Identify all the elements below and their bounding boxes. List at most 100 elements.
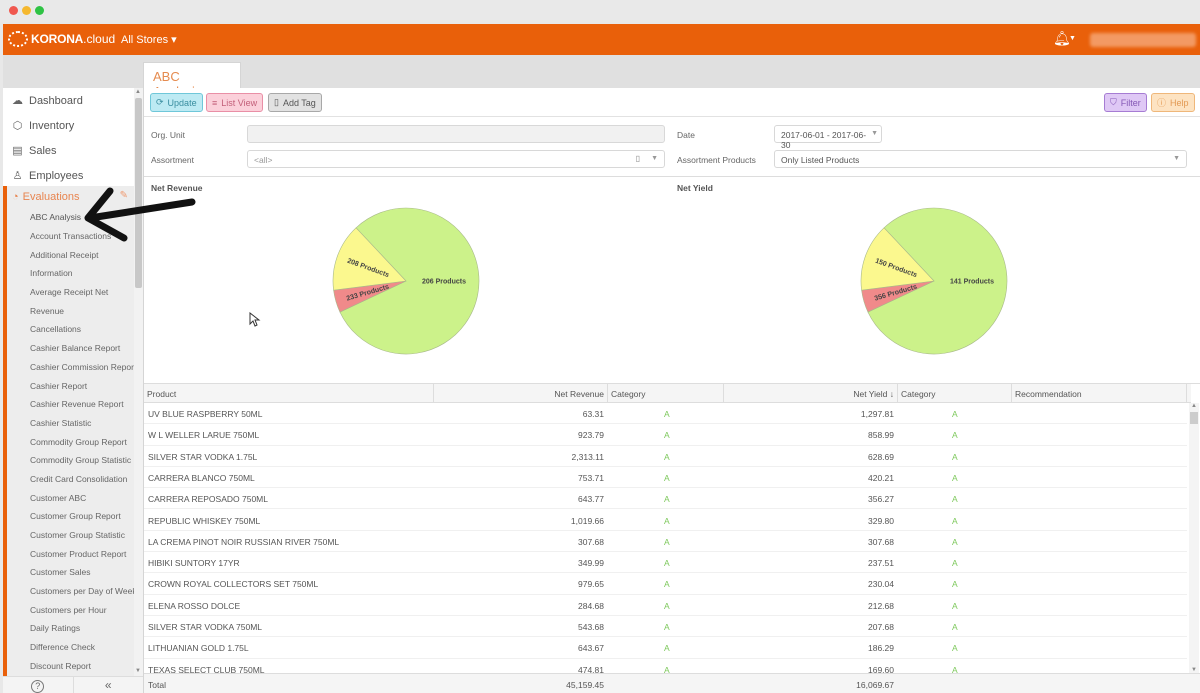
sidebar-subitem-revenue[interactable]: Revenue [7,301,134,320]
grid-scrollbar[interactable]: ▲ ▼ [1189,403,1199,673]
sidebar-subitem-customer-sales[interactable]: Customer Sales [7,563,134,582]
chevron-down-icon[interactable]: ▼ [871,130,878,137]
help-circle-button[interactable]: ? [3,677,74,693]
table-row[interactable]: HIBIKI SUNTORY 17YR 349.99 A 237.51 A [144,552,1187,574]
chevron-down-icon[interactable]: ▼ [651,155,658,162]
scroll-up-icon[interactable]: ▲ [1191,403,1197,409]
sidebar-item-inventory[interactable]: ⬡ Inventory [3,113,134,138]
product-name: HIBIKI SUNTORY 17YR [148,558,240,569]
sidebar-subitem-discount-report[interactable]: Discount Report [7,657,134,676]
column-header[interactable]: Net Revenue [434,384,608,403]
column-header[interactable]: Net Yield ↓ [724,384,898,403]
sidebar-subitem-cashier-balance-report[interactable]: Cashier Balance Report [7,339,134,358]
scroll-up-icon[interactable]: ▲ [135,89,141,95]
korona-logo-icon [8,31,28,47]
date-range-field[interactable]: 2017-06-01 - 2017-06-30 ▼ [774,125,882,150]
window-minimize-button[interactable] [22,6,31,15]
table-row[interactable]: SILVER STAR VODKA 1.75L 2,313.11 A 628.69 A [144,446,1187,467]
help-button[interactable]: ⓘ Help [1151,93,1195,112]
product-name: LITHUANIAN GOLD 1.75L [148,643,249,654]
column-header[interactable]: Category [898,384,1012,403]
table-row[interactable]: CARRERA REPOSADO 750ML 643.77 A 356.27 A [144,488,1187,510]
assortment-products-value: Only Listed Products [781,155,860,165]
sidebar-subitem-commodity-group-statistic[interactable]: Commodity Group Statistic [7,451,134,470]
sidebar-subitem-cashier-report[interactable]: Cashier Report [7,376,134,395]
grid-scroll-thumb[interactable] [1190,412,1198,424]
sidebar-subitem-commodity-group-report[interactable]: Commodity Group Report [7,432,134,451]
net-revenue: 923.79 [578,430,604,441]
sidebar-subitem-cancellations[interactable]: Cancellations [7,320,134,339]
list-picker-icon[interactable]: ▯ [636,154,640,163]
column-header[interactable]: Recommendation [1012,384,1187,403]
sidebar-item-label: Inventory [29,119,75,132]
sidebar-subitem-information[interactable]: Information [7,264,134,283]
net-revenue: 753.71 [578,472,604,483]
scroll-down-icon[interactable]: ▼ [135,668,141,674]
assortment-products-label: Assortment Products [677,155,756,165]
user-menu[interactable] [1090,33,1196,47]
sidebar-subitem-cashier-commission-report[interactable]: Cashier Commission Report [7,358,136,377]
sidebar-subitem-customer-abc[interactable]: Customer ABC [7,488,134,507]
assortment-select[interactable]: <all> ▯ ▼ [247,150,665,168]
brand-suffix: .cloud [83,32,116,46]
update-label: Update [167,97,197,108]
sidebar-subitem-customer-product-report[interactable]: Customer Product Report [7,544,134,563]
sidebar-subitem-daily-ratings[interactable]: Daily Ratings [7,619,134,638]
clock-pie-icon: ◔ [12,191,19,203]
revenue-category: A [664,451,670,462]
sidebar-subitem-customers-per-hour[interactable]: Customers per Hour [7,600,134,619]
sidebar-subitem-customer-group-statistic[interactable]: Customer Group Statistic [7,526,134,545]
org-unit-field[interactable] [247,125,665,143]
table-row[interactable]: ELENA ROSSO DOLCE 284.68 A 212.68 A [144,595,1187,616]
sidebar-subitem-cashier-revenue-report[interactable]: Cashier Revenue Report [7,395,134,414]
table-row[interactable]: UV BLUE RASPBERRY 50ML 63.31 A 1,297.81 A [144,403,1187,425]
table-row[interactable]: CARRERA BLANCO 750ML 753.71 A 420.21 A [144,467,1187,489]
list-view-button[interactable]: ≡ List View [206,93,264,112]
korona-logo[interactable]: KORONA .cloud [8,31,115,47]
filter-button[interactable]: ⛉ Filter [1104,93,1147,112]
sidebar-subitem-difference-check[interactable]: Difference Check [7,638,134,657]
filter-label: Filter [1120,97,1141,108]
product-name: CARRERA BLANCO 750ML [148,472,255,483]
chevron-down-icon[interactable]: ▼ [1173,155,1180,162]
net-revenue-pie-chart: 206 Products233 Products208 Products [332,207,480,355]
sidebar-item-sales[interactable]: ▤ Sales [3,138,134,163]
sidebar-subitem-customers-per-day-of-week[interactable]: Customers per Day of Week [7,582,137,601]
yield-category: A [952,643,958,654]
sidebar-subitem-customer-group-report[interactable]: Customer Group Report [7,507,134,526]
product-name: CARRERA REPOSADO 750ML [148,494,268,505]
sidebar-subitem-additional-receipt[interactable]: Additional Receipt [7,245,134,264]
yield-category: A [952,558,958,569]
sidebar-scrollbar[interactable]: ▲ ▼ [134,88,143,676]
window-maximize-button[interactable] [35,6,44,15]
help-label: Help [1170,97,1189,108]
store-selector[interactable]: All Stores ▾ [121,33,177,46]
yield-category: A [952,622,958,632]
notifications-caret-icon[interactable]: ▼ [1069,35,1076,42]
add-tag-button[interactable]: ▯ Add Tag [268,93,322,112]
yield-category: A [952,579,958,590]
sidebar-subitem-credit-card-consolidation[interactable]: Credit Card Consolidation [7,470,134,489]
product-name: W L WELLER LARUE 750ML [148,430,260,441]
sidebar-footer: ? « [3,676,143,693]
table-row[interactable]: LITHUANIAN GOLD 1.75L 643.67 A 186.29 A [144,637,1187,659]
collapse-sidebar-button[interactable]: « [74,677,144,693]
column-header[interactable]: Category [608,384,724,403]
assortment-products-select[interactable]: Only Listed Products ▼ [774,150,1187,168]
tab-abc-analysis[interactable]: ABC Analysis [143,62,241,99]
sidebar-subitem-average-receipt-net[interactable]: Average Receipt Net [7,283,134,302]
date-label: Date [677,130,695,140]
sidebar-item-dashboard[interactable]: ☁ Dashboard [3,88,134,113]
update-button[interactable]: ⟳ Update [150,93,203,112]
window-close-button[interactable] [9,6,18,15]
user-icon: ♙ [12,170,23,182]
annotation-arrow [84,187,196,242]
table-row[interactable]: SILVER STAR VODKA 750ML 543.68 A 207.68 A [144,616,1187,638]
table-row[interactable]: CROWN ROYAL COLLECTORS SET 750ML 979.65 A 2… [144,573,1187,595]
revenue-category: A [664,409,670,419]
table-row[interactable]: REPUBLIC WHISKEY 750ML 1,019.66 A 329.80 A [144,510,1187,531]
column-header[interactable]: Product [144,384,434,403]
table-row[interactable]: W L WELLER LARUE 750ML 923.79 A 858.99 A [144,424,1187,446]
sidebar-subitem-cashier-statistic[interactable]: Cashier Statistic [7,414,134,433]
table-row[interactable]: LA CREMA PINOT NOIR RUSSIAN RIVER 750ML 3… [144,531,1187,553]
